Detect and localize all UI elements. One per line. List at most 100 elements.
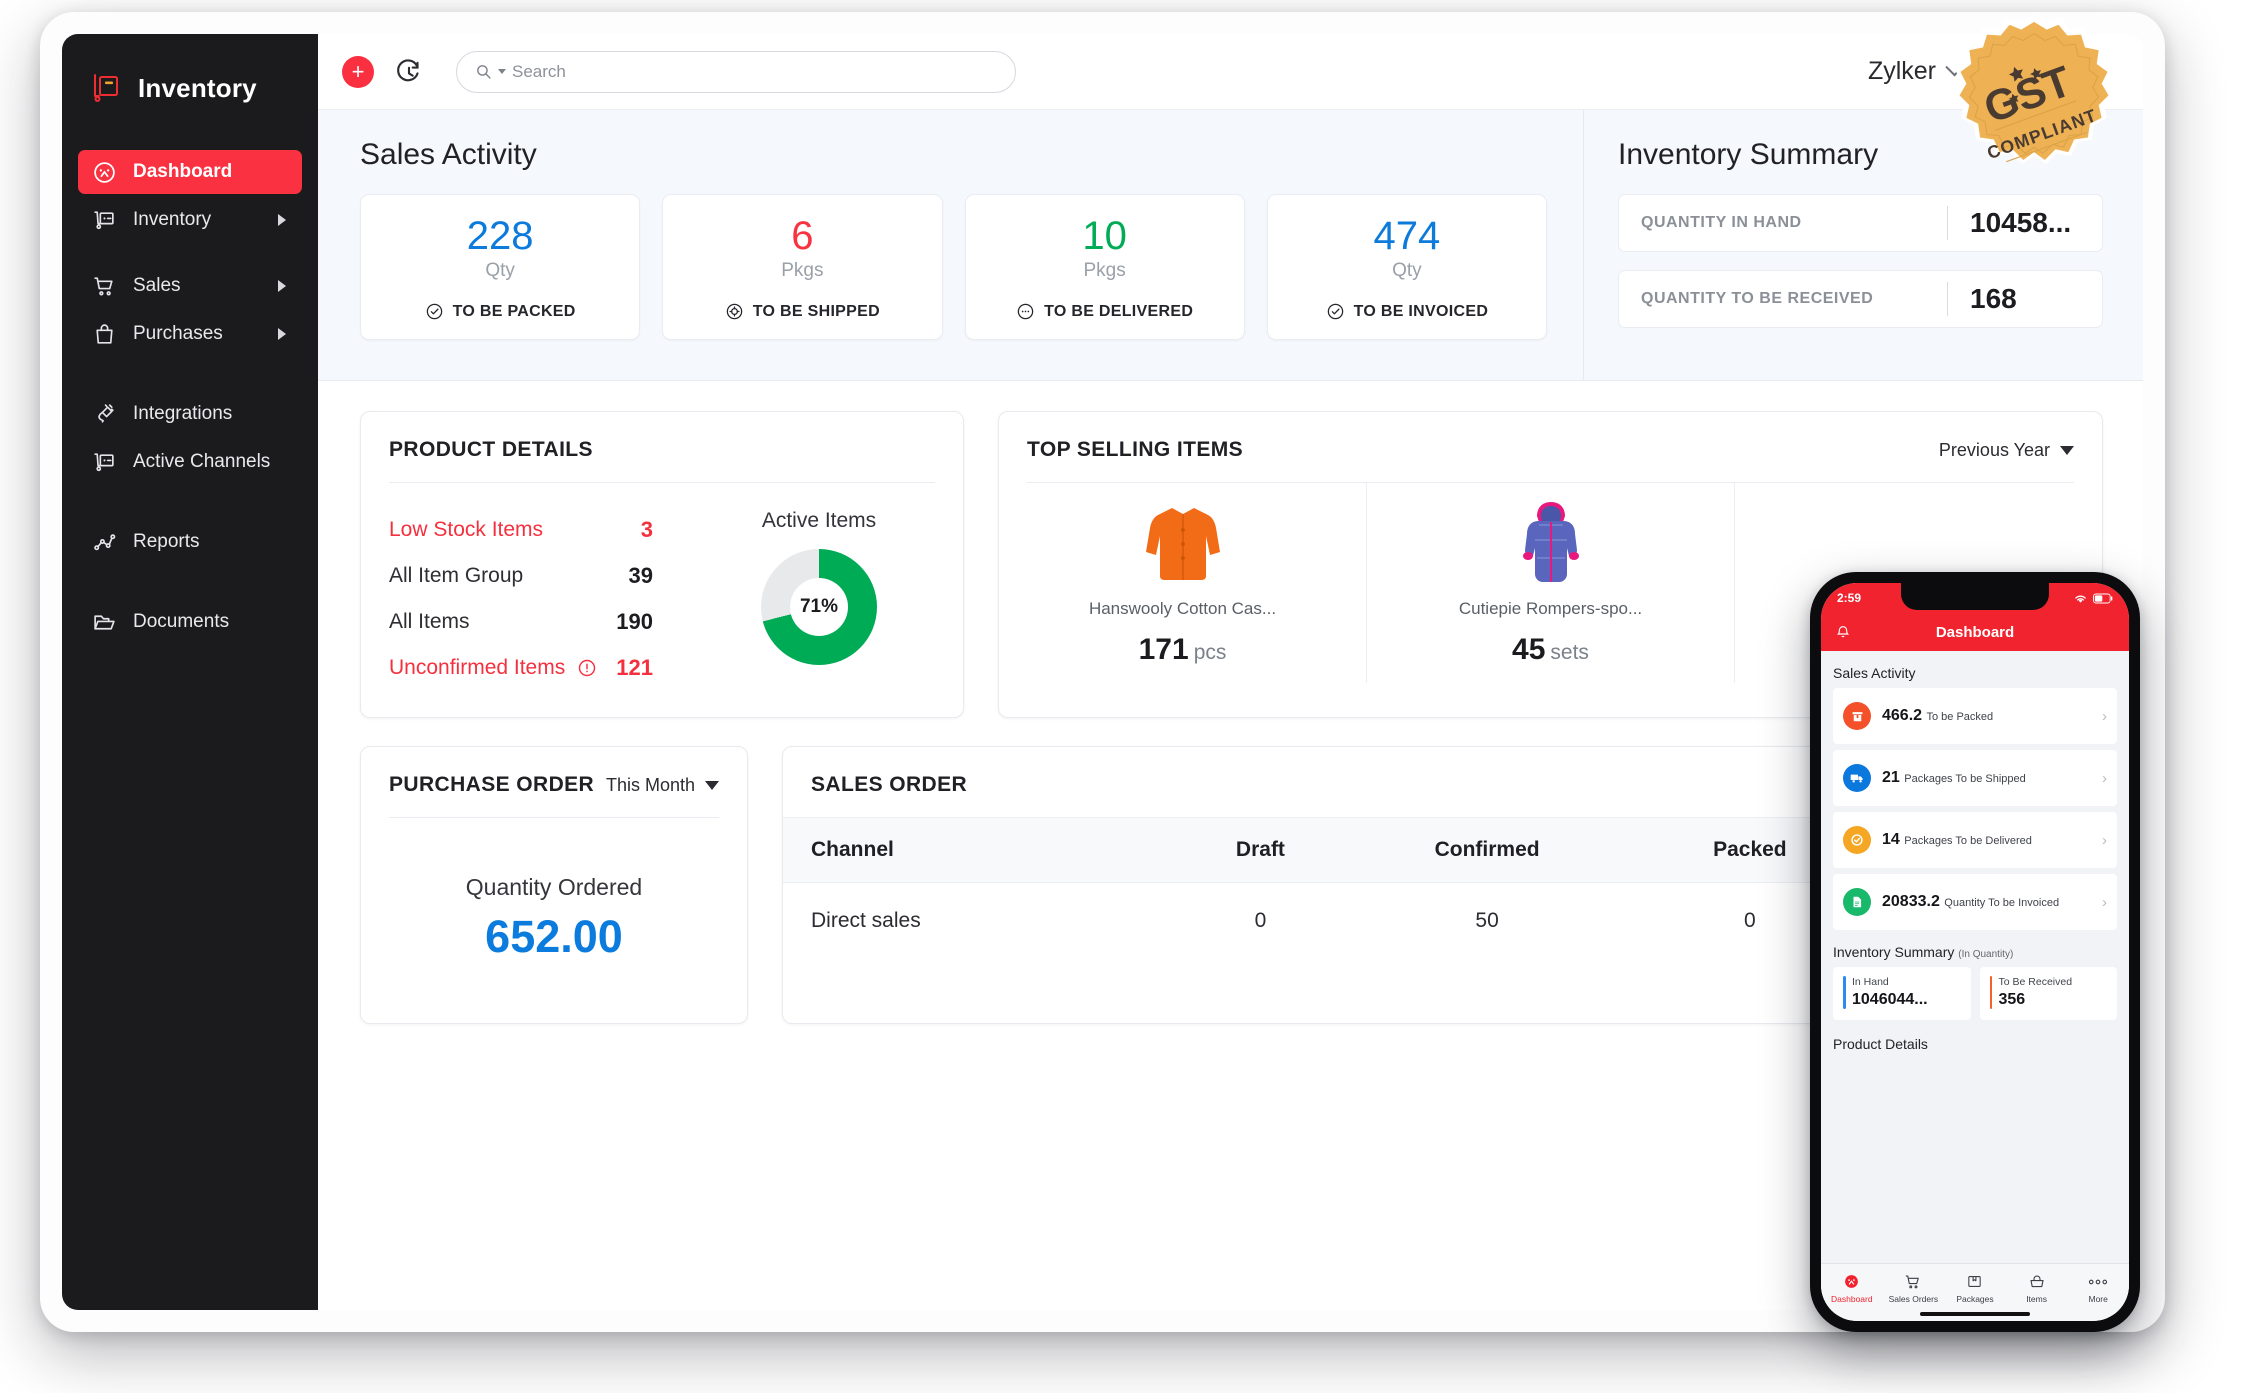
quantity-ordered-label: Quantity Ordered [465, 874, 643, 900]
activity-card-invoiced[interactable]: 474 Qty TO BE INVOICED [1266, 194, 1547, 340]
product-line-unconfirmed[interactable]: Unconfirmed Items 121 [389, 645, 691, 691]
phone-tab-packages[interactable]: Packages [1944, 1272, 2006, 1304]
item-quantity: 171 pcs [1139, 633, 1227, 667]
plug-icon [92, 402, 117, 427]
shopping-bag-icon [92, 322, 117, 347]
product-line-all-items[interactable]: All Items 190 [389, 599, 691, 645]
sidebar-item-integrations[interactable]: Integrations [78, 392, 302, 436]
accent-bar [1843, 976, 1846, 1009]
product-line-value: 39 [628, 563, 653, 588]
search-input[interactable]: Search [456, 50, 1016, 93]
item-qty-unit: sets [1550, 641, 1589, 664]
chevron-down-icon [705, 780, 719, 790]
phone-tab-more[interactable]: More [2067, 1272, 2129, 1304]
phone-tab-items[interactable]: Items [2006, 1272, 2068, 1304]
sidebar-item-reports[interactable]: Reports [78, 520, 302, 564]
product-line-label: Unconfirmed Items [389, 656, 566, 679]
phone-inventory-label: In Hand [1852, 976, 1889, 988]
phone-activity-row-shipped[interactable]: 21 Packages To be Shipped › [1833, 750, 2117, 806]
phone-activity-text: 20833.2 Quantity To be Invoiced [1882, 893, 2102, 911]
sidebar-item-inventory[interactable]: Inventory [78, 198, 302, 242]
check-circle-icon [1843, 826, 1871, 854]
top-selling-period-dropdown[interactable]: Previous Year [1939, 440, 2074, 461]
chevron-right-icon [278, 328, 286, 340]
phone-clock: 2:59 [1837, 591, 1862, 605]
phone-inventory-card-to-be-received[interactable]: To Be Received 356 [1979, 967, 2117, 1020]
mobile-phone-mockup: 2:59 Dashboard Sales Activity 466.2 To b… [1810, 572, 2140, 1332]
cell-confirmed: 50 [1475, 909, 1499, 932]
phone-tab-dashboard[interactable]: Dashboard [1821, 1272, 1883, 1304]
column-header-channel: Channel [783, 817, 1189, 883]
sidebar-item-documents[interactable]: Documents [78, 600, 302, 644]
phone-tab-label: More [2088, 1293, 2108, 1304]
item-name: Hanswooly Cotton Cas... [1088, 599, 1277, 618]
chevron-right-icon: › [2102, 893, 2107, 911]
activity-unit: Pkgs [781, 260, 824, 281]
activity-label: TO BE INVOICED [1353, 302, 1489, 320]
phone-activity-label: Packages To be Shipped [1904, 772, 2026, 785]
product-line-label: All Item Group [389, 564, 524, 587]
phone-activity-value: 466.2 [1882, 706, 1923, 724]
phone-header: Dashboard [1821, 613, 2129, 651]
phone-activity-row-packed[interactable]: 466.2 To be Packed › [1833, 688, 2117, 744]
phone-activity-row-invoiced[interactable]: 20833.2 Quantity To be Invoiced › [1833, 874, 2117, 930]
product-line-value: 190 [616, 609, 653, 634]
brand: Inventory [62, 60, 318, 116]
shopping-cart-icon [1883, 1272, 1945, 1292]
sales-activity-cards: 228 Qty TO BE PACKED 6 Pkgs TO BE SHIPPE… [360, 194, 1547, 340]
inventory-row-to-be-received[interactable]: QUANTITY TO BE RECEIVED 168 [1618, 270, 2103, 328]
phone-inventory-card-in-hand[interactable]: In Hand 1046044... [1833, 967, 1971, 1020]
card-inner: In Hand 1046044... [1843, 976, 1961, 1009]
product-details-body: Low Stock Items 3 All Item Group 39 All … [361, 483, 963, 717]
phone-activity-row-delivered[interactable]: 14 Packages To be Delivered › [1833, 812, 2117, 868]
screenshot-root: Inventory Dashboard Inventory Sales Purc… [0, 0, 2247, 1393]
top-selling-item[interactable]: Hanswooly Cotton Cas... 171 pcs [999, 483, 1367, 683]
activity-card-shipped[interactable]: 6 Pkgs TO BE SHIPPED [662, 194, 943, 340]
product-details-panel: PRODUCT DETAILS Low Stock Items 3 All It [360, 411, 964, 718]
purchase-order-period-dropdown[interactable]: This Month [606, 775, 719, 796]
panel-header: PURCHASE ORDER This Month [361, 747, 747, 817]
sidebar: Inventory Dashboard Inventory Sales Purc… [62, 34, 318, 1310]
column-header-draft: Draft [1188, 817, 1333, 883]
item-name: Cutiepie Rompers-spo... [1458, 599, 1643, 618]
phone-activity-text: 14 Packages To be Delivered [1882, 831, 2102, 849]
sidebar-item-label: Reports [133, 531, 200, 552]
activity-footer: TO BE INVOICED [1278, 302, 1536, 321]
search-icon [477, 65, 491, 79]
sidebar-item-sales[interactable]: Sales [78, 264, 302, 308]
shopping-cart-icon [92, 274, 117, 299]
activity-footer: TO BE SHIPPED [673, 302, 931, 321]
donut-center-label: 71% [790, 578, 848, 636]
sidebar-item-purchases[interactable]: Purchases [78, 312, 302, 356]
phone-status-icons [2073, 593, 2113, 604]
product-line-all-item-group[interactable]: All Item Group 39 [389, 553, 691, 599]
topbar: + Search Zylker [318, 34, 2143, 110]
sidebar-item-dashboard[interactable]: Dashboard [78, 150, 302, 194]
phone-activity-text: 466.2 To be Packed [1882, 707, 2102, 725]
gst-compliant-badge: GST COMPLIANT [1936, 14, 2132, 210]
card-inner: To Be Received 356 [1989, 976, 2108, 1009]
product-line-value: 3 [640, 517, 653, 542]
quantity-ordered-value: 652.00 [485, 911, 623, 962]
recent-history-icon[interactable] [392, 55, 426, 89]
sidebar-item-active-channels[interactable]: Active Channels [78, 440, 302, 484]
panel-title: SALES ORDER [811, 773, 968, 796]
search-placeholder: Search [512, 61, 566, 81]
inventory-row-label: QUANTITY IN HAND [1641, 214, 1802, 231]
activity-unit: Qty [1392, 260, 1422, 281]
product-line-low-stock[interactable]: Low Stock Items 3 [389, 507, 691, 553]
phone-inventory-label: To Be Received [1998, 976, 2073, 988]
phone-notch [1901, 583, 2049, 610]
item-qty-value: 171 [1138, 633, 1189, 666]
top-selling-item[interactable]: Cutiepie Rompers-spo... 45 sets [1367, 483, 1735, 683]
phone-inventory-value: 356 [1998, 991, 2026, 1008]
sidebar-item-label: Sales [133, 275, 181, 296]
activity-value: 10 [1082, 214, 1127, 258]
activity-card-delivered[interactable]: 10 Pkgs TO BE DELIVERED [964, 194, 1245, 340]
activity-card-packed[interactable]: 228 Qty TO BE PACKED [360, 194, 641, 340]
sidebar-item-label: Integrations [133, 403, 233, 424]
add-new-button[interactable]: + [342, 55, 374, 88]
phone-tab-sales-orders[interactable]: Sales Orders [1883, 1272, 1945, 1304]
